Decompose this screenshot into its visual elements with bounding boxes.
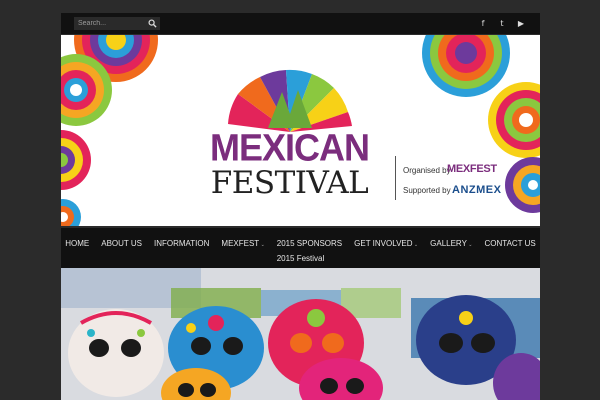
nav-item-get-involved-label: GET INVOLVED [354,239,413,248]
flower-left-bottom [61,199,81,226]
flower-right [488,82,540,158]
fan-logo [228,69,352,132]
skull-white [68,309,164,397]
supported-by-label: Supported by [403,186,451,195]
title-festival: FESTIVAL [210,165,369,201]
search-box [74,17,160,30]
sugar-skulls-image [61,268,540,400]
nav-item-get-involved[interactable]: GET INVOLVED ⌄ [348,239,424,248]
title-mexican: MEXICAN [209,125,370,169]
youtube-icon[interactable]: ▶ [516,17,526,29]
main-nav: HOME ABOUT US INFORMATION MEXFEST ⌄ 2015… [61,228,540,268]
nav-item-mexfest[interactable]: MEXFEST ⌄ [215,239,270,248]
flower-left-lower [61,130,91,190]
chevron-down-icon: ⌄ [412,242,419,248]
nav-item-2015-sponsors[interactable]: 2015 SPONSORS [271,239,348,248]
nav-item-about-us[interactable]: ABOUT US [95,239,148,248]
organiser-logo: MEXFEST [447,163,497,175]
supporter-logo: ANZMEX [452,184,502,196]
nav-item-gallery-label: GALLERY [430,239,467,248]
nav-item-2015-festival[interactable]: 2015 Festival [61,254,540,263]
nav-item-mexfest-label: MEXFEST [221,239,260,248]
nav-item-contact-us[interactable]: CONTACT US [479,239,542,248]
flower-top-right [422,35,510,97]
facebook-icon[interactable]: f [478,17,488,29]
chevron-down-icon: ⌄ [259,242,265,248]
top-bar: f t ▶ [61,13,540,34]
hero-photo [61,268,540,400]
nav-item-gallery[interactable]: GALLERY ⌄ [424,239,478,248]
festival-banner[interactable]: MEXICAN FESTIVAL Organised by MEXFEST Su… [61,35,540,226]
nav-item-information[interactable]: INFORMATION [148,239,215,248]
search-input[interactable] [74,17,144,30]
search-icon[interactable] [148,19,157,28]
nav-item-home[interactable]: HOME [59,239,95,248]
chevron-down-icon: ⌄ [466,242,473,248]
twitter-icon[interactable]: t [497,17,507,29]
social-links: f t ▶ [478,17,526,29]
organised-by-label: Organised by [403,166,451,175]
divider [395,156,396,200]
flower-right-lower [505,157,540,213]
